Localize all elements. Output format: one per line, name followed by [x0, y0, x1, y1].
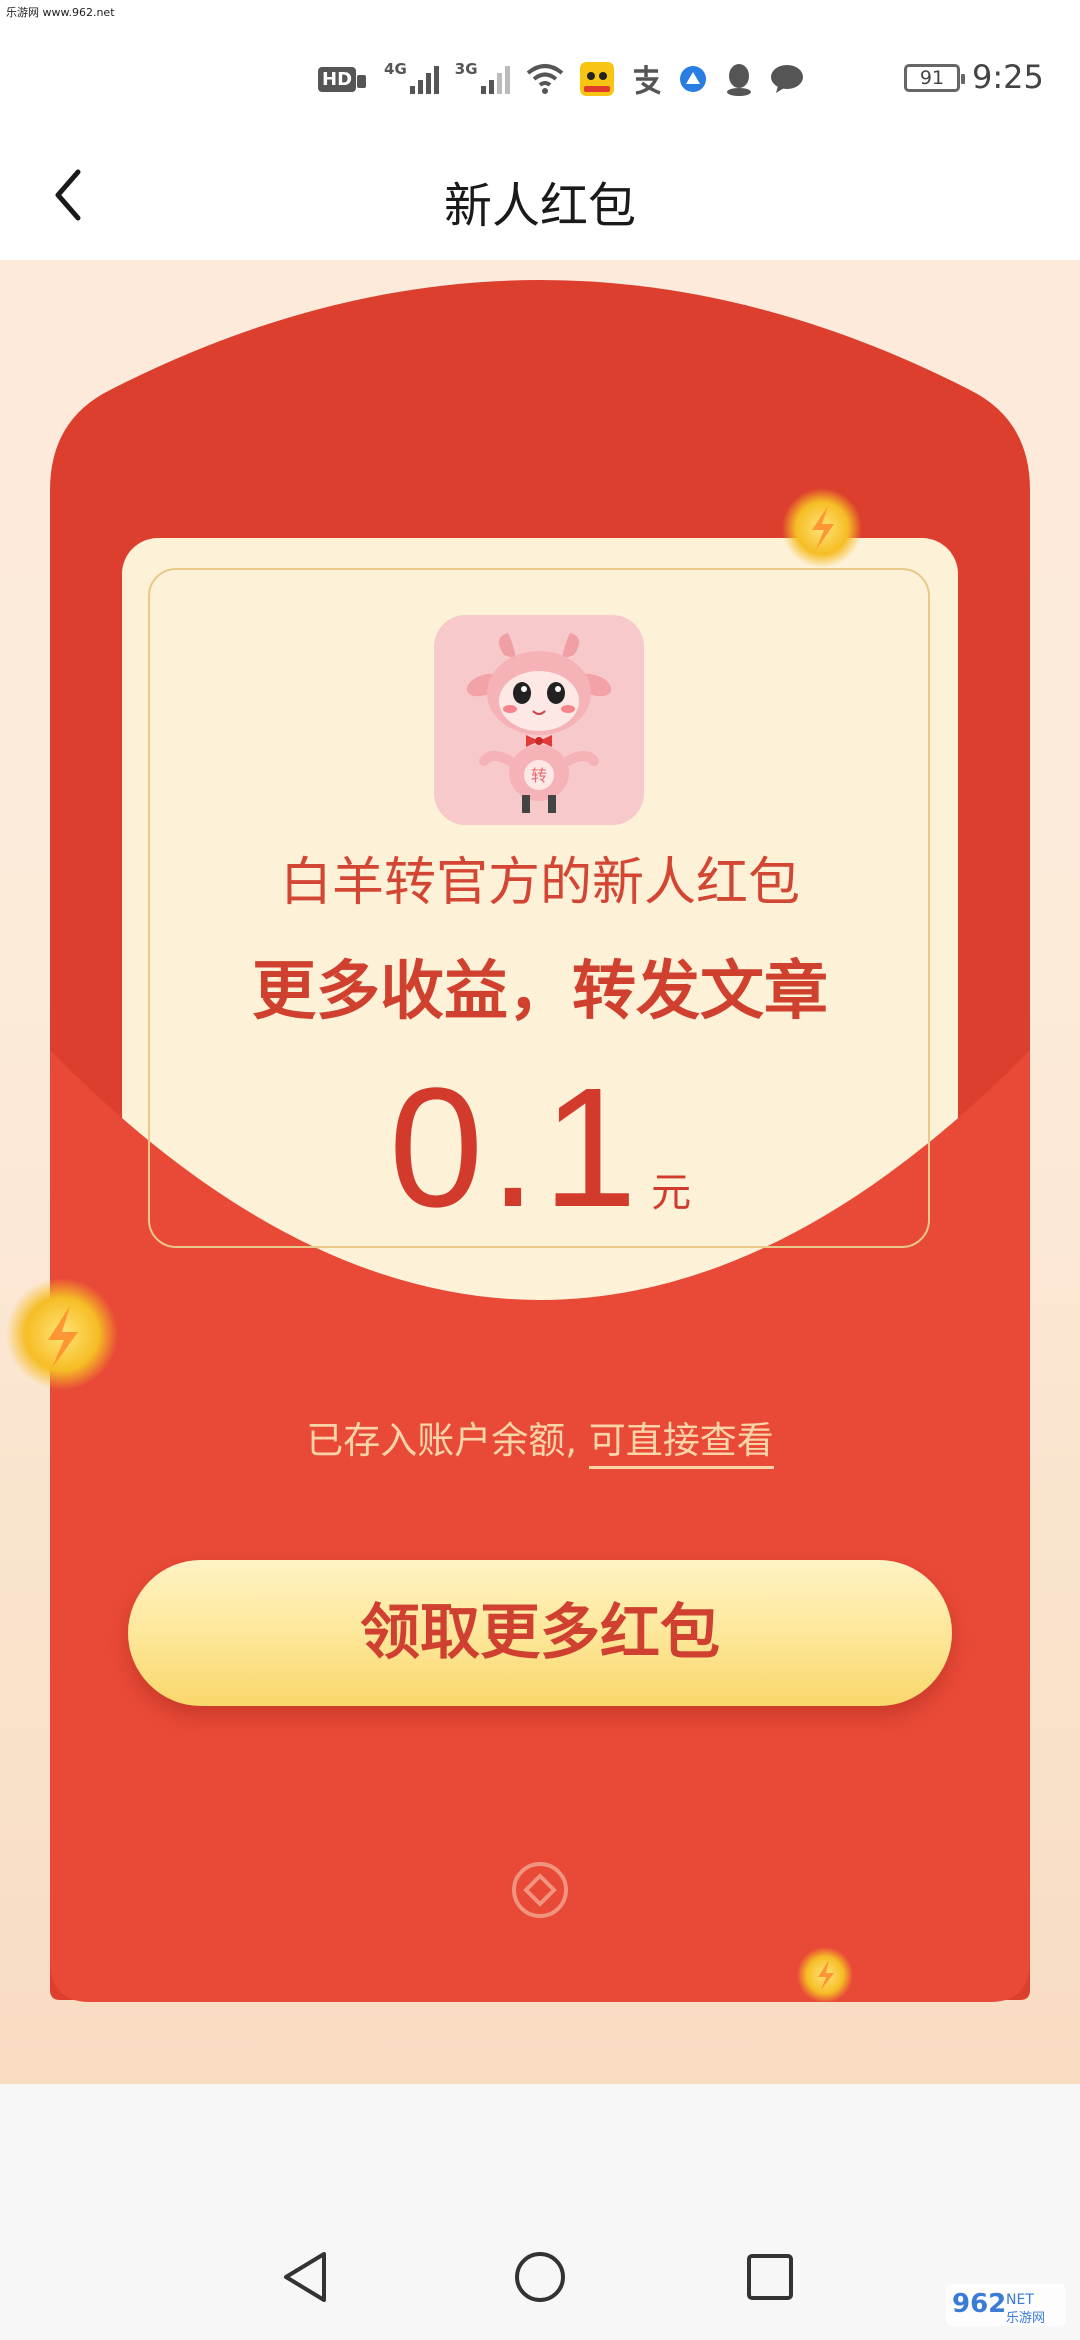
- deposit-notice: 已存入账户余额, 可直接查看: [0, 1410, 1080, 1469]
- system-nav-bar: 962 NET 乐游网: [0, 2214, 1080, 2340]
- triangle-back-icon: [284, 2252, 326, 2302]
- brand-mark-icon: [512, 1862, 568, 1918]
- amount-value: 0.1: [388, 1053, 644, 1243]
- deposit-text: 已存入账户余额,: [306, 1419, 589, 1462]
- claim-more-button[interactable]: 领取更多红包: [128, 1560, 952, 1706]
- sender-name: 白羊转官方的新人红包: [279, 853, 800, 913]
- system-back-button[interactable]: [272, 2242, 342, 2312]
- qq-icon: [724, 62, 754, 96]
- coin-icon: [797, 1947, 853, 2003]
- alipay-icon: [630, 63, 662, 95]
- nav-bar: 新人红包: [0, 130, 1080, 260]
- bottom-spacer: [0, 2084, 1080, 2214]
- battery-indicator: 91: [904, 64, 965, 92]
- hd-icon: HD: [318, 66, 368, 92]
- sheep-mascot-icon: 转: [434, 615, 644, 825]
- system-home-button[interactable]: [505, 2242, 575, 2312]
- app-avatar: 转: [434, 615, 644, 825]
- status-bar: 乐游网 www.962.net HD 4G 3G 91 9:25: [0, 0, 1080, 130]
- avatar-char: 转: [531, 766, 547, 785]
- site-logo-watermark: 962 NET 乐游网: [946, 2284, 1066, 2326]
- amount-unit: 元: [651, 1170, 692, 1216]
- system-recents-button[interactable]: [735, 2242, 805, 2312]
- svg-text:乐游网: 乐游网: [1006, 2311, 1045, 2326]
- square-recents-icon: [747, 2254, 793, 2300]
- wechat-icon: [770, 64, 806, 94]
- signal-4g-icon: 4G: [384, 60, 439, 94]
- wifi-icon: [526, 63, 564, 95]
- svg-text:962: 962: [952, 2289, 1006, 2319]
- site-watermark: 乐游网 www.962.net: [6, 6, 115, 19]
- browser-icon: [678, 64, 708, 94]
- coin-icon: [6, 1278, 118, 1390]
- view-balance-link[interactable]: 可直接查看: [588, 1419, 774, 1469]
- packet-headline: 更多收益，转发文章: [252, 955, 828, 1029]
- clock: 9:25: [972, 58, 1044, 96]
- status-icons: HD 4G 3G: [318, 58, 806, 100]
- signal-3g-icon: 3G: [455, 60, 510, 94]
- circle-home-icon: [515, 2252, 565, 2302]
- red-packet-page: 转 白羊转官方的新人红包 更多收益，转发文章 0.1 元 已存入账户余额, 可直接…: [0, 260, 1080, 2084]
- page-title: 新人红包: [443, 178, 636, 234]
- coin-icon: [782, 488, 862, 568]
- app-notification-icon: [579, 62, 614, 96]
- svg-text:NET: NET: [1006, 2292, 1034, 2308]
- amount-row: 0.1 元: [0, 1050, 1080, 1246]
